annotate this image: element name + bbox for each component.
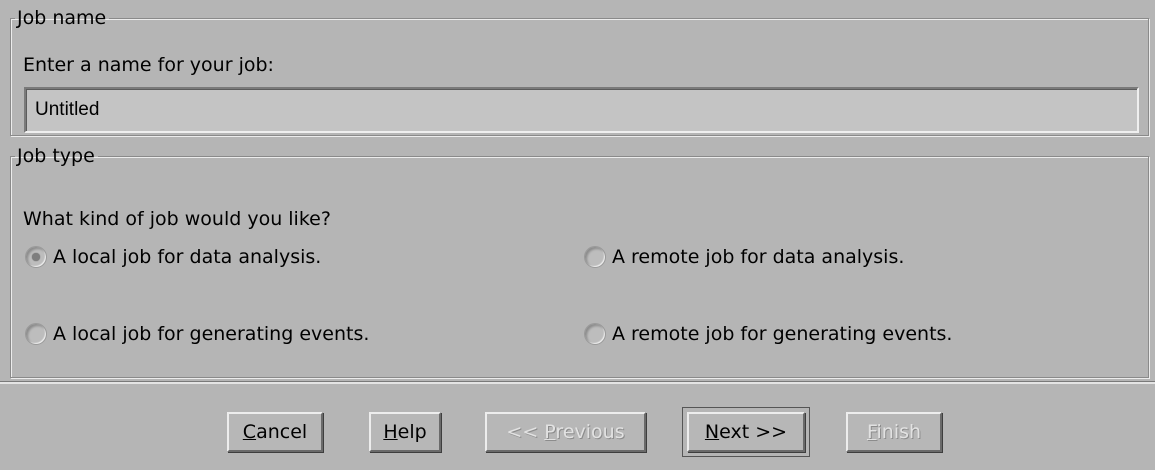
job-name-prompt: Enter a name for your job:: [23, 54, 274, 76]
cancel-button-label: ancel: [256, 421, 308, 443]
radio-button-remote-analysis[interactable]: [584, 246, 606, 268]
radio-label-local-analysis: A local job for data analysis.: [53, 246, 322, 268]
help-button[interactable]: Help: [369, 412, 441, 452]
previous-button-prefix: <<: [506, 421, 545, 443]
job-type-group-title: Job type: [17, 145, 95, 167]
help-button-label: elp: [397, 421, 427, 443]
job-name-group-title: Job name: [17, 7, 107, 29]
button-bar: Cancel Help << Previous Next >> Finish: [0, 386, 1155, 470]
cancel-button[interactable]: Cancel: [227, 412, 323, 452]
radio-button-local-analysis[interactable]: [25, 246, 47, 268]
radio-local-analysis[interactable]: A local job for data analysis.: [25, 246, 321, 268]
job-type-prompt: What kind of job would you like?: [23, 208, 331, 230]
help-button-mnemonic: H: [383, 421, 398, 443]
finish-button-mnemonic: F: [866, 421, 877, 443]
radio-label-remote-events: A remote job for generating events.: [612, 323, 953, 345]
radio-label-local-events: A local job for generating events.: [53, 323, 370, 345]
radio-button-local-events[interactable]: [25, 323, 47, 345]
content-panel: Job name Enter a name for your job: Unti…: [0, 0, 1155, 384]
radio-local-events[interactable]: A local job for generating events.: [25, 323, 369, 345]
radio-remote-analysis[interactable]: A remote job for data analysis.: [584, 246, 904, 268]
next-button-mnemonic: N: [704, 421, 720, 443]
finish-button-label: inish: [876, 421, 922, 443]
cancel-button-mnemonic: C: [242, 421, 257, 443]
next-button[interactable]: Next >>: [682, 407, 810, 457]
job-name-group: Job name Enter a name for your job: Unti…: [10, 8, 1149, 136]
previous-button-mnemonic: P: [544, 421, 556, 443]
job-name-input[interactable]: Untitled: [24, 87, 1139, 133]
previous-button-label: revious: [555, 421, 625, 443]
radio-remote-events[interactable]: A remote job for generating events.: [584, 323, 952, 345]
previous-button[interactable]: << Previous: [485, 412, 646, 452]
radio-label-remote-analysis: A remote job for data analysis.: [612, 246, 905, 268]
next-button-label: ext >>: [719, 421, 788, 443]
radio-button-remote-events[interactable]: [584, 323, 606, 345]
job-type-group: Job type What kind of job would you like…: [10, 146, 1149, 378]
finish-button[interactable]: Finish: [846, 412, 942, 452]
